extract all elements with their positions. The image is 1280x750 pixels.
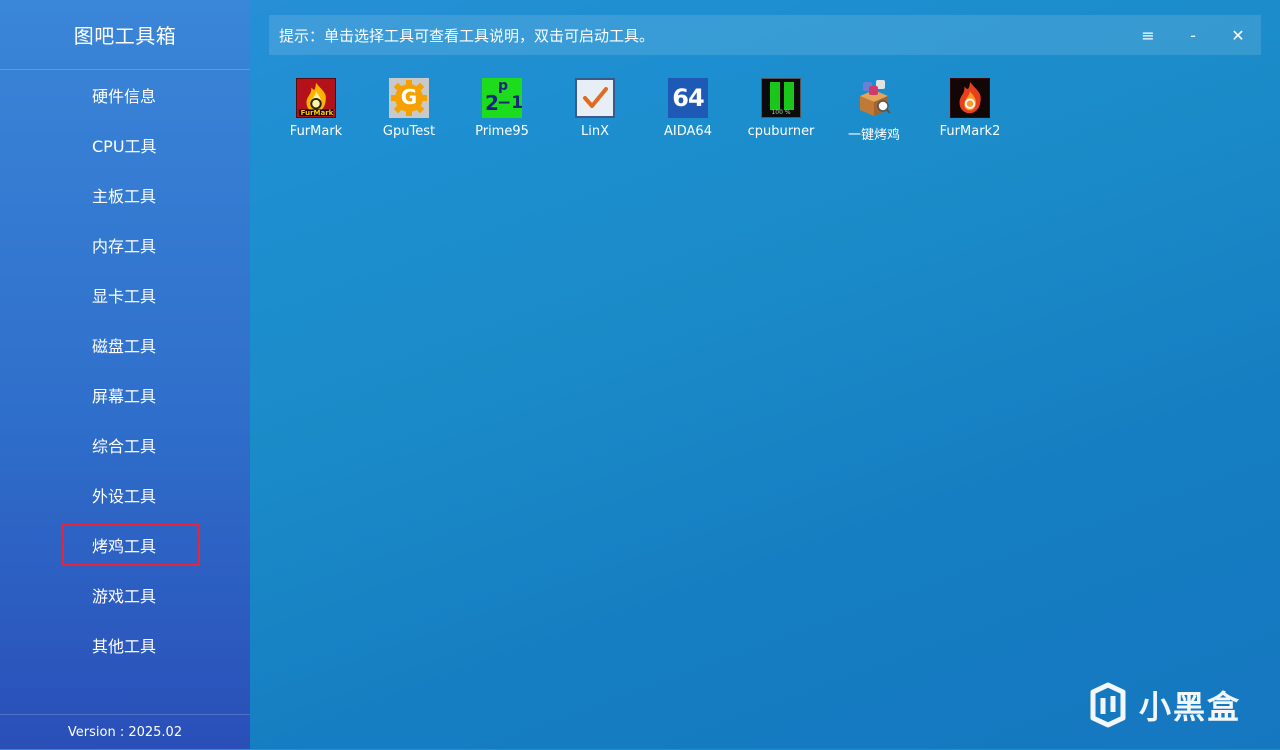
prime95-exp: p bbox=[498, 78, 509, 94]
version-label: Version : 2025.02 bbox=[0, 714, 250, 750]
tool-label: AIDA64 bbox=[664, 124, 712, 139]
tool-grid: FurMark FurMark G GpuTest p 2 −1 Prime95… bbox=[270, 78, 1270, 158]
minimize-icon: - bbox=[1190, 25, 1196, 45]
sidebar-item-other-tools[interactable]: 其他工具 bbox=[62, 624, 200, 666]
tool-cpuburner[interactable]: 100 % cpuburner bbox=[735, 78, 827, 148]
tip-bar: 提示：单击选择工具可查看工具说明，双击可启动工具。 bbox=[269, 15, 1261, 55]
aida64-logo-text: 64 bbox=[672, 84, 704, 112]
sidebar-item-peripheral-tools[interactable]: 外设工具 bbox=[62, 474, 200, 516]
tool-furmark2[interactable]: FurMark2 bbox=[924, 78, 1016, 148]
tool-label: GpuTest bbox=[382, 124, 436, 139]
menu-icon: ≡ bbox=[1141, 25, 1155, 45]
close-icon: ✕ bbox=[1231, 25, 1245, 45]
gputest-letter: G bbox=[400, 85, 418, 109]
prime95-minus: −1 bbox=[497, 93, 524, 113]
sidebar-item-hardware-info[interactable]: 硬件信息 bbox=[62, 74, 200, 116]
tool-aida64[interactable]: 64 AIDA64 bbox=[642, 78, 734, 148]
minimize-button[interactable]: - bbox=[1171, 15, 1215, 55]
tool-linx[interactable]: LinX bbox=[549, 78, 641, 148]
tool-gputest[interactable]: G GpuTest bbox=[363, 78, 455, 148]
furmark-logo-text: FurMark bbox=[300, 109, 334, 117]
one-click-stress-icon bbox=[854, 78, 894, 118]
sidebar-item-game-tools[interactable]: 游戏工具 bbox=[62, 574, 200, 616]
watermark-text: 小黑盒 bbox=[1139, 688, 1242, 726]
sidebar-item-cpu-tools[interactable]: CPU工具 bbox=[62, 124, 200, 166]
close-button[interactable]: ✕ bbox=[1216, 15, 1260, 55]
aida64-icon: 64 bbox=[668, 78, 708, 118]
cpuburner-icon: 100 % bbox=[761, 78, 801, 118]
prime95-icon: p 2 −1 bbox=[482, 78, 524, 118]
tool-prime95[interactable]: p 2 −1 Prime95 bbox=[456, 78, 548, 148]
tool-label: cpuburner bbox=[747, 124, 815, 139]
sidebar-item-memory-tools[interactable]: 内存工具 bbox=[62, 224, 200, 266]
tip-text: 提示：单击选择工具可查看工具说明，双击可启动工具。 bbox=[279, 26, 655, 45]
tool-furmark[interactable]: FurMark FurMark bbox=[270, 78, 362, 148]
tool-label: FurMark2 bbox=[939, 124, 1001, 139]
tool-label: LinX bbox=[581, 124, 609, 139]
app-title: 图吧工具箱 bbox=[0, 0, 250, 70]
gputest-icon: G bbox=[389, 78, 429, 118]
sidebar: 图吧工具箱 硬件信息 CPU工具 主板工具 内存工具 显卡工具 磁盘工具 屏幕工… bbox=[0, 0, 250, 749]
tool-label: FurMark bbox=[289, 124, 343, 139]
tool-one-click-stress[interactable]: 一键烤鸡 bbox=[828, 78, 920, 148]
sidebar-item-integrated-tools[interactable]: 综合工具 bbox=[62, 424, 200, 466]
cpuburner-percent: 100 % bbox=[771, 109, 791, 116]
xiaoheihe-logo-icon bbox=[1090, 682, 1126, 728]
linx-icon bbox=[575, 78, 615, 118]
watermark: 小黑盒 bbox=[1085, 678, 1255, 732]
menu-button[interactable]: ≡ bbox=[1126, 15, 1170, 55]
tool-label: Prime95 bbox=[475, 124, 529, 139]
sidebar-item-gpu-tools[interactable]: 显卡工具 bbox=[62, 274, 200, 316]
sidebar-item-disk-tools[interactable]: 磁盘工具 bbox=[62, 324, 200, 366]
sidebar-item-screen-tools[interactable]: 屏幕工具 bbox=[62, 374, 200, 416]
sidebar-item-motherboard-tools[interactable]: 主板工具 bbox=[62, 174, 200, 216]
tool-label: 一键烤鸡 bbox=[847, 128, 900, 143]
furmark-icon: FurMark bbox=[296, 78, 336, 118]
sidebar-item-stress-tools[interactable]: 烤鸡工具 bbox=[62, 524, 200, 566]
furmark2-icon bbox=[950, 78, 990, 118]
